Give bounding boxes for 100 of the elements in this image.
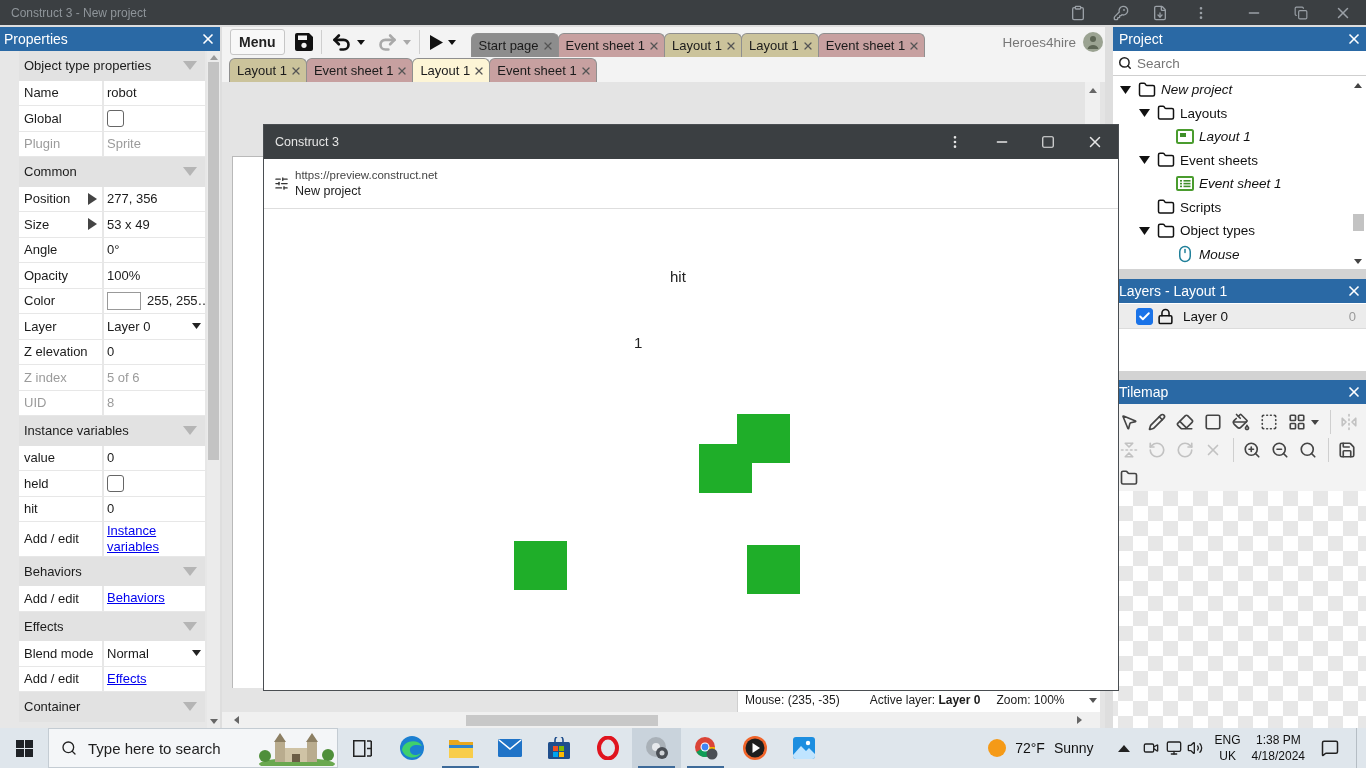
play-icon[interactable] <box>429 34 443 50</box>
disclosure-triangle-icon[interactable] <box>1119 85 1131 94</box>
editor-tab[interactable]: Layout 1 <box>664 33 742 57</box>
expand-arrow-icon[interactable] <box>88 218 97 231</box>
dropdown-field[interactable]: Normal <box>104 641 205 666</box>
scrollbar-thumb[interactable] <box>208 62 219 460</box>
caret-up-icon[interactable] <box>1117 744 1130 752</box>
value-field[interactable]: 277, 356 <box>104 186 205 211</box>
key-icon[interactable] <box>1113 4 1129 21</box>
volume-icon[interactable] <box>1186 740 1203 756</box>
caret-icon[interactable] <box>447 39 456 45</box>
search-field[interactable]: Search <box>1137 55 1337 71</box>
file-download-icon[interactable] <box>1152 4 1168 21</box>
close-icon[interactable] <box>1346 283 1362 299</box>
dashed-square-icon[interactable] <box>1260 413 1278 431</box>
editor-tab[interactable]: Start page <box>470 33 559 57</box>
disclosure-triangle-icon[interactable] <box>1138 226 1150 235</box>
section-header[interactable]: Common <box>19 157 205 187</box>
tree-item[interactable]: New project <box>1161 82 1233 98</box>
menu-button[interactable]: Menu <box>230 29 285 55</box>
disclosure-triangle-icon[interactable] <box>1138 156 1150 165</box>
eraser-icon[interactable] <box>1176 413 1194 431</box>
section-header[interactable]: Behaviors <box>19 556 205 586</box>
expand-arrow-icon[interactable] <box>88 192 97 205</box>
close-icon[interactable] <box>1346 384 1362 400</box>
scroll-down-icon[interactable] <box>1354 259 1362 264</box>
avatar-icon[interactable] <box>1083 32 1103 52</box>
magnifier-icon[interactable] <box>1299 441 1317 459</box>
undo-icon[interactable] <box>330 31 352 53</box>
paint-bucket-icon[interactable] <box>1232 413 1250 431</box>
editor-tab[interactable]: Layout 1 <box>229 58 307 82</box>
property-label: Blend mode <box>19 641 102 666</box>
save-icon[interactable] <box>1338 441 1356 459</box>
search-field[interactable]: Type here to search <box>88 739 248 757</box>
layer-name[interactable]: Layer 0 <box>1183 308 1229 324</box>
scrollbar-thumb[interactable] <box>1352 214 1364 231</box>
zoom-in-icon[interactable] <box>1243 441 1261 459</box>
value-field[interactable]: 0 <box>104 445 205 470</box>
caret-icon[interactable] <box>1311 419 1319 425</box>
disclosure-triangle-icon[interactable] <box>1138 109 1150 118</box>
rectangle-icon[interactable] <box>1204 413 1222 431</box>
video-camera-icon[interactable] <box>1142 740 1159 756</box>
value-field[interactable]: robot <box>104 80 205 105</box>
editor-tab[interactable]: Event sheet 1 <box>305 58 414 82</box>
folder-icon[interactable] <box>1120 469 1138 487</box>
value-field[interactable]: 53 x 49 <box>104 212 205 237</box>
scroll-up-icon[interactable] <box>1088 88 1097 93</box>
sliders-icon[interactable] <box>274 176 289 191</box>
editor-tab[interactable]: Layout 1 <box>740 33 819 57</box>
close-icon[interactable] <box>1346 31 1362 47</box>
tree-item[interactable]: Event sheets <box>1180 152 1259 168</box>
scroll-down-icon[interactable] <box>209 719 218 724</box>
dropdown-field[interactable]: Layer 0 <box>104 314 205 339</box>
pencil-icon[interactable] <box>1148 413 1166 431</box>
zoom-out-icon[interactable] <box>1271 441 1289 459</box>
close-icon[interactable] <box>200 31 216 47</box>
scrollbar-thumb[interactable] <box>466 714 658 726</box>
search-box[interactable]: Search <box>1113 51 1366 76</box>
tree-item[interactable]: Scripts <box>1180 199 1222 215</box>
tree-item[interactable]: Mouse <box>1199 246 1240 262</box>
editor-tab[interactable]: Layout 1 <box>412 58 491 82</box>
tree-item[interactable]: Object types <box>1180 223 1256 239</box>
padlock-icon[interactable] <box>1157 307 1174 325</box>
start-icon[interactable] <box>15 739 33 757</box>
value-field[interactable]: 100% <box>104 263 205 288</box>
editor-tab[interactable]: Event sheet 1 <box>489 58 597 82</box>
grid-icon[interactable] <box>1288 413 1306 431</box>
tree-item[interactable]: Event sheet 1 <box>1199 176 1282 192</box>
search-box[interactable]: Type here to search <box>48 728 338 768</box>
clipboard-icon[interactable] <box>1070 4 1086 21</box>
vertical-scrollbar[interactable] <box>207 51 220 728</box>
scroll-up-icon[interactable] <box>1354 83 1362 88</box>
task-view-icon[interactable] <box>353 739 372 757</box>
tree-item[interactable]: Layout 1 <box>1199 129 1251 145</box>
restore-icon[interactable] <box>1294 5 1308 20</box>
caret-icon[interactable] <box>356 39 365 45</box>
checkbox[interactable] <box>1136 307 1153 325</box>
scroll-right-icon[interactable] <box>1077 716 1082 724</box>
value-field[interactable]: 0° <box>104 237 205 262</box>
scroll-left-icon[interactable] <box>234 716 239 724</box>
editor-tab[interactable]: Event sheet 1 <box>817 33 926 57</box>
taskbar-app-button[interactable] <box>632 728 681 768</box>
monitor-icon[interactable] <box>1165 740 1182 756</box>
checkbox[interactable] <box>107 109 124 127</box>
checkbox[interactable] <box>107 474 124 492</box>
section-header[interactable]: Container <box>19 692 205 722</box>
maximize-icon[interactable] <box>1041 135 1056 149</box>
pointer-icon[interactable] <box>1120 413 1138 431</box>
value-field[interactable]: 0 <box>104 339 205 364</box>
value-field[interactable]: 0 <box>104 496 205 521</box>
tree-item[interactable]: Layouts <box>1180 105 1228 121</box>
section-header[interactable]: Effects <box>19 611 205 641</box>
save-icon[interactable] <box>294 33 313 51</box>
section-header[interactable]: Object type properties <box>19 51 205 81</box>
section-header[interactable]: Instance variables <box>19 416 205 446</box>
editor-tab[interactable]: Event sheet 1 <box>557 33 666 57</box>
horizontal-scrollbar[interactable] <box>222 712 1100 728</box>
caret-icon[interactable] <box>1089 697 1097 703</box>
notification-icon[interactable] <box>1321 739 1339 757</box>
color-swatch-icon[interactable] <box>107 291 141 310</box>
